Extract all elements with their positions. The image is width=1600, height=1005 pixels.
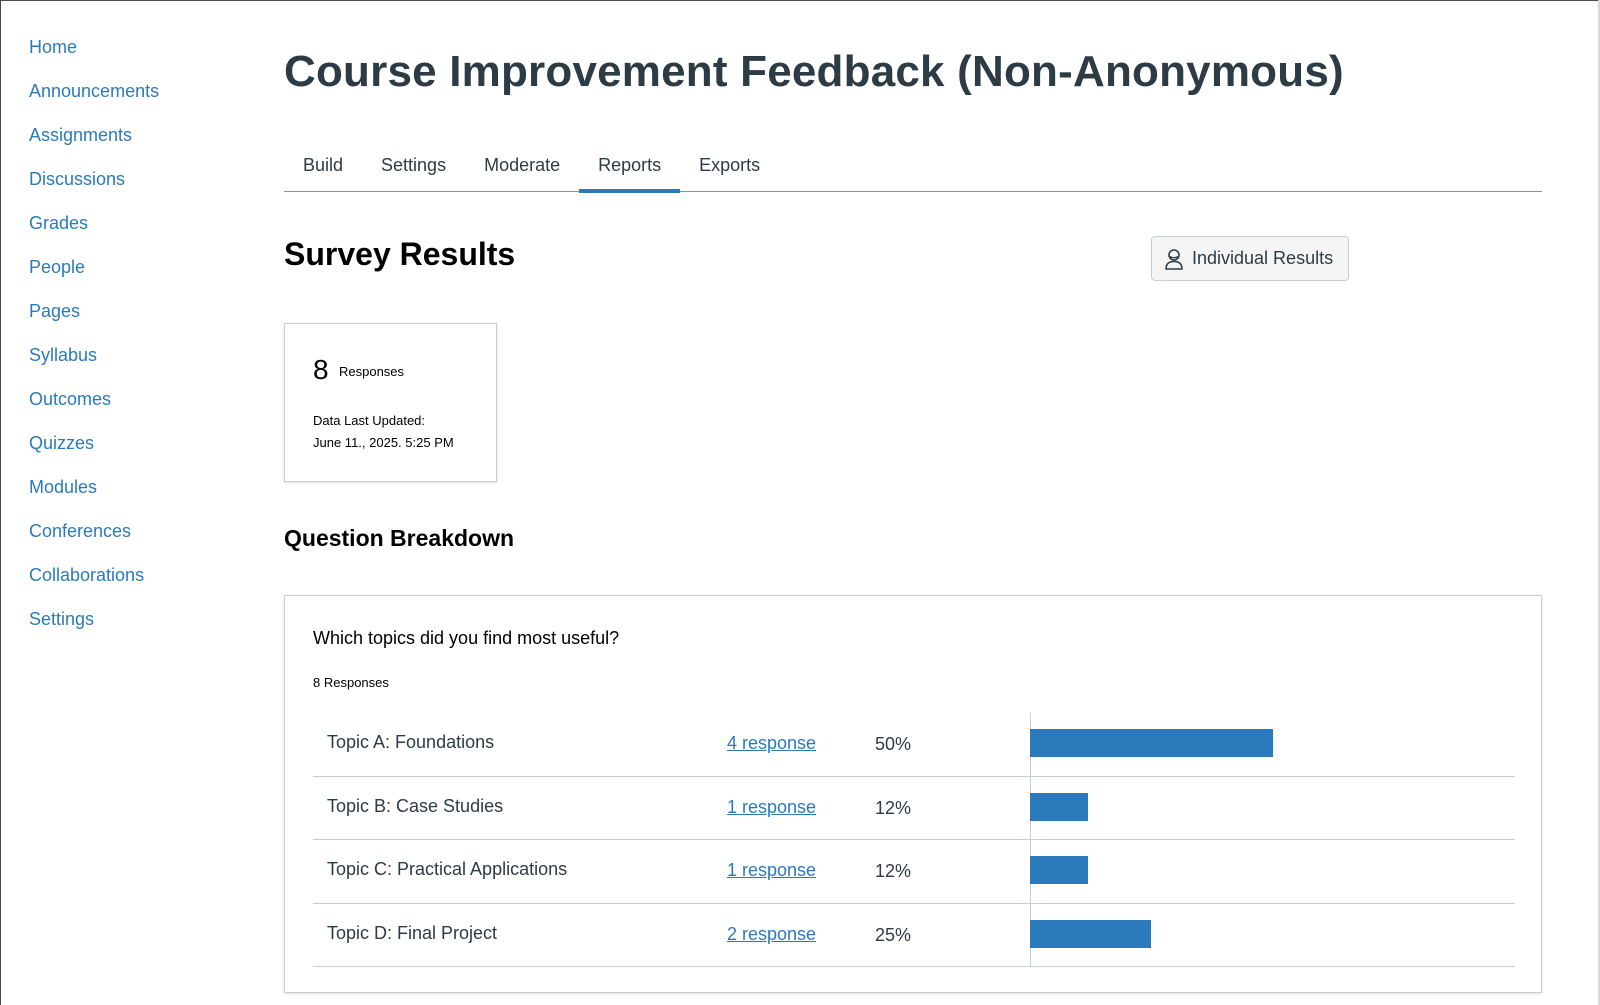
tab-build[interactable]: Build: [284, 150, 362, 192]
sidebar-item-people[interactable]: People: [29, 254, 239, 298]
answer-percent: 12%: [875, 861, 912, 881]
answer-response-link[interactable]: 1 response: [727, 797, 816, 818]
tab-moderate[interactable]: Moderate: [465, 150, 579, 192]
answer-bar: [1030, 856, 1089, 884]
answer-bar-track: [1030, 713, 1515, 776]
individual-results-button[interactable]: Individual Results: [1151, 236, 1349, 281]
answer-label: Topic B: Case Studies: [327, 795, 504, 816]
answer-percent: 50%: [875, 734, 912, 754]
answer-label: Topic C: Practical Applications: [327, 859, 568, 879]
page-title: Course Improvement Feedback (Non-Anonymo…: [284, 47, 1344, 96]
answer-percent: 25%: [875, 924, 912, 945]
tab-reports[interactable]: Reports: [579, 150, 681, 193]
sidebar-item-modules[interactable]: Modules: [29, 474, 239, 518]
answer-label: Topic D: Final Project: [327, 922, 498, 943]
answer-row: Topic A: Foundations 4 response 50%: [313, 713, 1515, 777]
answer-response-link[interactable]: 2 response: [727, 924, 816, 945]
answer-row: Topic C: Practical Applications 1 respons…: [313, 840, 1515, 904]
sidebar-item-discussions[interactable]: Discussions: [29, 166, 239, 210]
answer-bar-track: [1030, 777, 1515, 840]
question-card: Which topics did you find most useful? 8…: [284, 595, 1542, 993]
answer-row: Topic B: Case Studies 1 response 12%: [313, 777, 1515, 840]
survey-results-heading: Survey Results: [284, 236, 516, 272]
data-updated-label: Data Last Updated:: [313, 413, 426, 428]
sidebar-item-announcements[interactable]: Announcements: [29, 78, 239, 122]
response-count-label: Responses: [339, 364, 405, 379]
answer-bar: [1030, 919, 1152, 948]
response-count: 8: [313, 354, 329, 385]
sidebar-item-settings[interactable]: Settings: [29, 606, 239, 650]
sidebar-item-quizzes[interactable]: Quizzes: [29, 430, 239, 474]
course-navigation: Home Announcements Assignments Discussio…: [29, 34, 239, 650]
answer-response-link[interactable]: 1 response: [727, 860, 816, 881]
answer-bar: [1030, 729, 1273, 757]
answer-row: Topic D: Final Project 2 response 25%: [313, 904, 1515, 967]
sidebar-item-pages[interactable]: Pages: [29, 298, 239, 342]
tab-settings[interactable]: Settings: [362, 150, 465, 192]
user-icon: [1165, 248, 1183, 270]
data-updated-value: June 11., 2025. 5:25 PM: [313, 435, 454, 450]
question-breakdown-heading: Question Breakdown: [284, 525, 515, 551]
sidebar-item-conferences[interactable]: Conferences: [29, 518, 239, 562]
answer-bar-track: [1030, 840, 1515, 903]
answer-label: Topic A: Foundations: [327, 732, 495, 752]
answer-response-link[interactable]: 4 response: [727, 733, 816, 754]
sidebar-item-grades[interactable]: Grades: [29, 210, 239, 254]
sidebar-item-syllabus[interactable]: Syllabus: [29, 342, 239, 386]
sidebar-item-collaborations[interactable]: Collaborations: [29, 562, 239, 606]
response-summary-card: 8 Responses Data Last Updated: June 11.,…: [284, 323, 497, 482]
answer-breakdown-chart: Topic A: Foundations 4 response 50% Topic B…: [313, 713, 1515, 967]
question-response-count: 8 Responses: [313, 675, 389, 690]
tab-exports[interactable]: Exports: [680, 150, 779, 192]
question-text: Which topics did you find most useful?: [313, 628, 620, 648]
sidebar-item-home[interactable]: Home: [29, 34, 239, 78]
answer-percent: 12%: [875, 797, 912, 818]
answer-bar-track: [1030, 904, 1515, 967]
individual-results-label: Individual Results: [1192, 248, 1334, 268]
tab-bar: Build Settings Moderate Reports Exports: [284, 150, 1542, 193]
answer-bar: [1030, 792, 1089, 821]
sidebar-item-outcomes[interactable]: Outcomes: [29, 386, 239, 430]
sidebar-item-assignments[interactable]: Assignments: [29, 122, 239, 166]
main-content: Course Improvement Feedback (Non-Anonymo…: [284, 40, 1542, 993]
